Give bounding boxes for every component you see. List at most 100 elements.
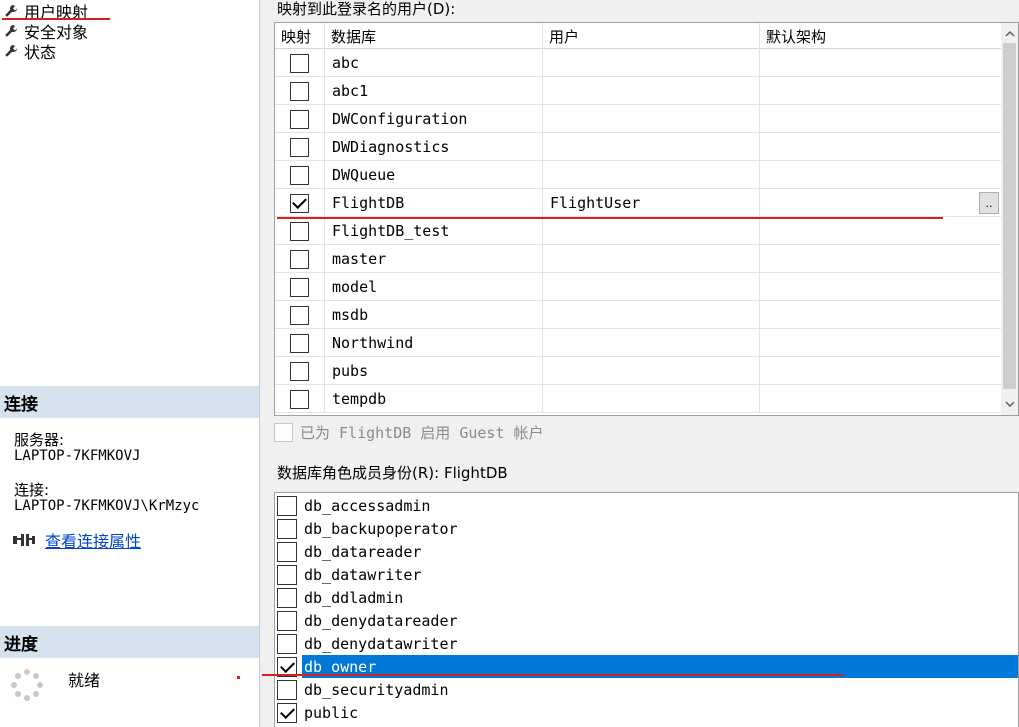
database-cell: abc1: [325, 77, 543, 105]
role-checkbox[interactable]: [277, 633, 297, 654]
scroll-up-icon[interactable]: [1001, 25, 1018, 42]
map-checkbox[interactable]: [290, 81, 309, 101]
grid-row[interactable]: pubs: [275, 357, 1001, 385]
grid-row[interactable]: FlightDB_test: [275, 217, 1001, 245]
schema-cell[interactable]: [760, 105, 1001, 133]
role-checkbox[interactable]: [277, 541, 297, 562]
schema-cell[interactable]: [760, 133, 1001, 161]
user-cell[interactable]: [543, 329, 760, 357]
user-cell[interactable]: [543, 245, 760, 273]
role-checkbox[interactable]: [277, 587, 297, 608]
page-item-1[interactable]: 安全对象: [4, 21, 88, 42]
user-cell[interactable]: [543, 105, 760, 133]
guest-account-option: 已为 FlightDB 启用 Guest 帐户: [274, 422, 544, 443]
map-checkbox[interactable]: [290, 193, 309, 213]
map-checkbox[interactable]: [290, 165, 309, 185]
schema-cell[interactable]: [760, 189, 1001, 217]
user-cell[interactable]: [543, 385, 760, 413]
grid-row[interactable]: abc1: [275, 77, 1001, 105]
browse-schema-button[interactable]: ..: [979, 192, 999, 214]
database-cell: msdb: [325, 301, 543, 329]
user-cell[interactable]: FlightUser: [543, 189, 760, 217]
users-grid[interactable]: 映射 数据库 用户 默认架构 abc abc1 DWConfiguration DWD…: [274, 22, 1019, 416]
role-checkbox[interactable]: [277, 518, 297, 539]
grid-row[interactable]: Northwind: [275, 329, 1001, 357]
schema-cell[interactable]: [760, 329, 1001, 357]
map-cell: [275, 49, 325, 77]
database-cell: master: [325, 245, 543, 273]
grid-row[interactable]: model: [275, 273, 1001, 301]
role-item[interactable]: db_backupoperator: [275, 517, 1018, 540]
user-cell[interactable]: [543, 161, 760, 189]
user-cell[interactable]: [543, 357, 760, 385]
role-item[interactable]: public: [275, 701, 1018, 724]
scroll-thumb[interactable]: [1003, 43, 1016, 389]
map-checkbox[interactable]: [290, 221, 309, 241]
role-checkbox[interactable]: [277, 610, 297, 631]
annotation-underline-user-mapping: [2, 18, 110, 20]
grid-row[interactable]: msdb: [275, 301, 1001, 329]
view-connection-properties[interactable]: 查看连接属性: [12, 528, 141, 552]
schema-cell[interactable]: [760, 273, 1001, 301]
map-checkbox[interactable]: [290, 137, 309, 157]
user-cell[interactable]: [543, 273, 760, 301]
role-name: db_denydatareader: [304, 611, 458, 630]
role-item[interactable]: db_datawriter: [275, 563, 1018, 586]
grid-row[interactable]: DWQueue: [275, 161, 1001, 189]
role-item[interactable]: db_securityadmin: [275, 678, 1018, 701]
wrench-icon: [4, 23, 20, 39]
users-grid-scrollbar[interactable]: [1001, 23, 1018, 415]
roles-list[interactable]: db_accessadmin db_backupoperator db_datare…: [274, 492, 1019, 727]
map-checkbox[interactable]: [290, 361, 309, 381]
user-cell[interactable]: [543, 301, 760, 329]
map-checkbox[interactable]: [290, 249, 309, 269]
page-item-2[interactable]: 状态: [4, 41, 56, 62]
users-grid-label: 映射到此登录名的用户(D):: [277, 0, 456, 18]
grid-row[interactable]: master: [275, 245, 1001, 273]
role-checkbox[interactable]: [277, 495, 297, 516]
map-checkbox[interactable]: [290, 333, 309, 353]
user-cell[interactable]: [543, 217, 760, 245]
role-item[interactable]: db_denydatareader: [275, 609, 1018, 632]
grid-row[interactable]: FlightDB FlightUser..: [275, 189, 1001, 217]
col-header-database[interactable]: 数据库: [325, 23, 543, 49]
role-checkbox[interactable]: [277, 702, 297, 723]
role-item[interactable]: db_denydatawriter: [275, 632, 1018, 655]
map-checkbox[interactable]: [290, 277, 309, 297]
grid-header: 映射 数据库 用户 默认架构: [275, 23, 1001, 49]
user-cell[interactable]: [543, 133, 760, 161]
grid-row[interactable]: DWConfiguration: [275, 105, 1001, 133]
schema-cell[interactable]: [760, 385, 1001, 413]
schema-cell[interactable]: [760, 49, 1001, 77]
role-item[interactable]: db_ddladmin: [275, 586, 1018, 609]
role-item[interactable]: db_accessadmin: [275, 494, 1018, 517]
grid-row[interactable]: DWDiagnostics: [275, 133, 1001, 161]
user-cell[interactable]: [543, 49, 760, 77]
map-checkbox[interactable]: [290, 53, 309, 73]
database-cell: DWDiagnostics: [325, 133, 543, 161]
map-checkbox[interactable]: [290, 389, 309, 409]
schema-cell[interactable]: [760, 357, 1001, 385]
schema-cell[interactable]: [760, 245, 1001, 273]
role-item[interactable]: db_datareader: [275, 540, 1018, 563]
schema-cell[interactable]: [760, 301, 1001, 329]
map-cell: [275, 245, 325, 273]
progress-spinner-icon: [11, 669, 43, 701]
grid-row[interactable]: abc: [275, 49, 1001, 77]
map-cell: [275, 77, 325, 105]
col-header-user[interactable]: 用户: [543, 23, 760, 49]
view-connection-link[interactable]: 查看连接属性: [45, 528, 141, 552]
map-checkbox[interactable]: [290, 305, 309, 325]
grid-row[interactable]: tempdb: [275, 385, 1001, 413]
schema-cell[interactable]: [760, 217, 1001, 245]
scroll-down-icon[interactable]: [1001, 395, 1018, 412]
col-header-schema[interactable]: 默认架构: [760, 23, 1001, 49]
col-header-map[interactable]: 映射: [275, 23, 325, 49]
wrench-icon: [4, 43, 20, 59]
schema-cell[interactable]: [760, 77, 1001, 105]
map-checkbox[interactable]: [290, 109, 309, 129]
role-checkbox[interactable]: [277, 564, 297, 585]
role-checkbox[interactable]: [277, 679, 297, 700]
user-cell[interactable]: [543, 77, 760, 105]
schema-cell[interactable]: [760, 161, 1001, 189]
